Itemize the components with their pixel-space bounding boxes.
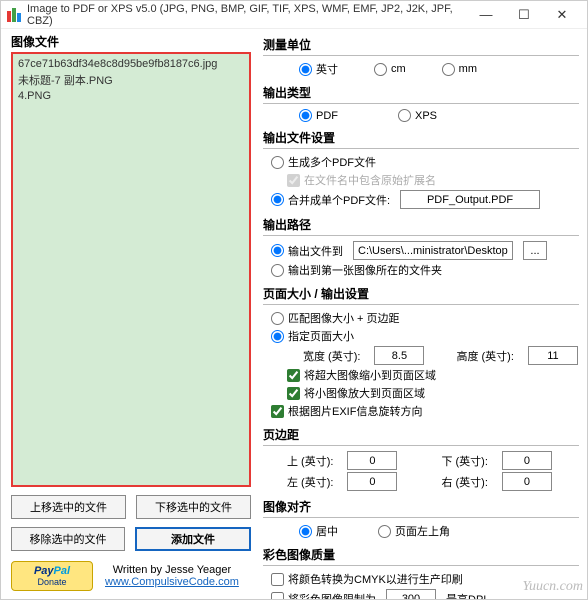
single-pdf-radio[interactable]: 合并成单个PDF文件: — [271, 192, 390, 208]
add-files-button[interactable]: 添加文件 — [135, 527, 251, 551]
dpi-unit: 最高DPI — [446, 591, 486, 600]
pagesize-title: 页面大小 / 输出设置 — [263, 282, 579, 303]
unit-cm-radio[interactable]: cm — [374, 63, 406, 76]
watermark: Yuucn.com — [522, 579, 583, 595]
shrink-check[interactable]: 将超大图像缩小到页面区域 — [287, 367, 436, 383]
paypal-sub: Donate — [37, 577, 66, 587]
credits: Written by Jesse Yeager www.CompulsiveCo… — [105, 564, 239, 588]
outpath-title: 输出路径 — [263, 213, 579, 234]
maximize-button[interactable]: ☐ — [505, 3, 543, 27]
paypal-donate-button[interactable]: PayPal Donate — [11, 561, 93, 591]
out-to-folder-radio[interactable]: 输出文件到 — [271, 243, 343, 259]
author-line: Written by Jesse Yeager — [105, 564, 239, 576]
move-up-button[interactable]: 上移选中的文件 — [11, 495, 126, 519]
margin-left-label: 左 (英寸): — [287, 474, 333, 490]
dpi-limit-check[interactable]: 将彩色图像限制为 — [271, 591, 376, 600]
unit-mm-radio[interactable]: mm — [442, 63, 477, 76]
list-item[interactable]: 67ce71b63df34e8c8d95be9fb8187c6.jpg — [16, 57, 246, 71]
browse-button[interactable]: ... — [523, 241, 547, 260]
align-center-radio[interactable]: 居中 — [299, 523, 338, 539]
minimize-button[interactable]: — — [467, 3, 505, 27]
titlebar: Image to PDF or XPS v5.0 (JPG, PNG, BMP,… — [1, 1, 587, 29]
exif-check[interactable]: 根据图片EXIF信息旋转方向 — [271, 403, 422, 419]
unit-title: 测量单位 — [263, 33, 579, 54]
list-item[interactable]: 未标题-7 副本.PNG — [16, 71, 246, 89]
margin-left-input[interactable] — [347, 472, 397, 491]
quality-title: 彩色图像质量 — [263, 543, 579, 564]
width-label: 宽度 (英寸): — [303, 348, 360, 364]
files-label: 图像文件 — [11, 33, 251, 50]
height-input[interactable] — [528, 346, 578, 365]
margin-right-label: 右 (英寸): — [441, 474, 487, 490]
dpi-limit-input[interactable] — [386, 589, 436, 599]
margins-title: 页边距 — [263, 423, 579, 444]
window-title: Image to PDF or XPS v5.0 (JPG, PNG, BMP,… — [27, 3, 467, 27]
outtype-title: 输出类型 — [263, 81, 579, 102]
include-ext-check: 在文件名中包含原始扩展名 — [287, 172, 436, 188]
close-button[interactable]: ✕ — [543, 3, 581, 27]
margin-bottom-label: 下 (英寸): — [441, 453, 487, 469]
single-pdf-name-input[interactable] — [400, 190, 540, 209]
match-size-radio[interactable]: 匹配图像大小 + 页边距 — [271, 310, 400, 326]
margin-top-label: 上 (英寸): — [287, 453, 333, 469]
remove-button[interactable]: 移除选中的文件 — [11, 527, 125, 551]
files-listbox[interactable]: 67ce71b63df34e8c8d95be9fb8187c6.jpg 未标题-… — [11, 52, 251, 487]
unit-inch-radio[interactable]: 英寸 — [299, 61, 338, 77]
move-down-button[interactable]: 下移选中的文件 — [136, 495, 251, 519]
margin-right-input[interactable] — [502, 472, 552, 491]
paypal-brand: PayPal — [34, 565, 70, 577]
app-icon — [7, 8, 21, 22]
align-title: 图像对齐 — [263, 495, 579, 516]
width-input[interactable] — [374, 346, 424, 365]
filesettings-title: 输出文件设置 — [263, 126, 579, 147]
cmyk-check[interactable]: 将颜色转换为CMYK以进行生产印刷 — [271, 571, 463, 587]
website-link[interactable]: www.CompulsiveCode.com — [105, 576, 239, 588]
out-to-src-radio[interactable]: 输出到第一张图像所在的文件夹 — [271, 262, 442, 278]
outtype-xps-radio[interactable]: XPS — [398, 109, 437, 122]
out-folder-input[interactable] — [353, 241, 513, 260]
outtype-pdf-radio[interactable]: PDF — [299, 109, 338, 122]
list-item[interactable]: 4.PNG — [16, 89, 246, 103]
fixed-size-radio[interactable]: 指定页面大小 — [271, 328, 354, 344]
enlarge-check[interactable]: 将小图像放大到页面区域 — [287, 385, 425, 401]
height-label: 高度 (英寸): — [456, 348, 513, 364]
multi-pdf-radio[interactable]: 生成多个PDF文件 — [271, 154, 376, 170]
margin-bottom-input[interactable] — [502, 451, 552, 470]
align-topleft-radio[interactable]: 页面左上角 — [378, 523, 450, 539]
margin-top-input[interactable] — [347, 451, 397, 470]
